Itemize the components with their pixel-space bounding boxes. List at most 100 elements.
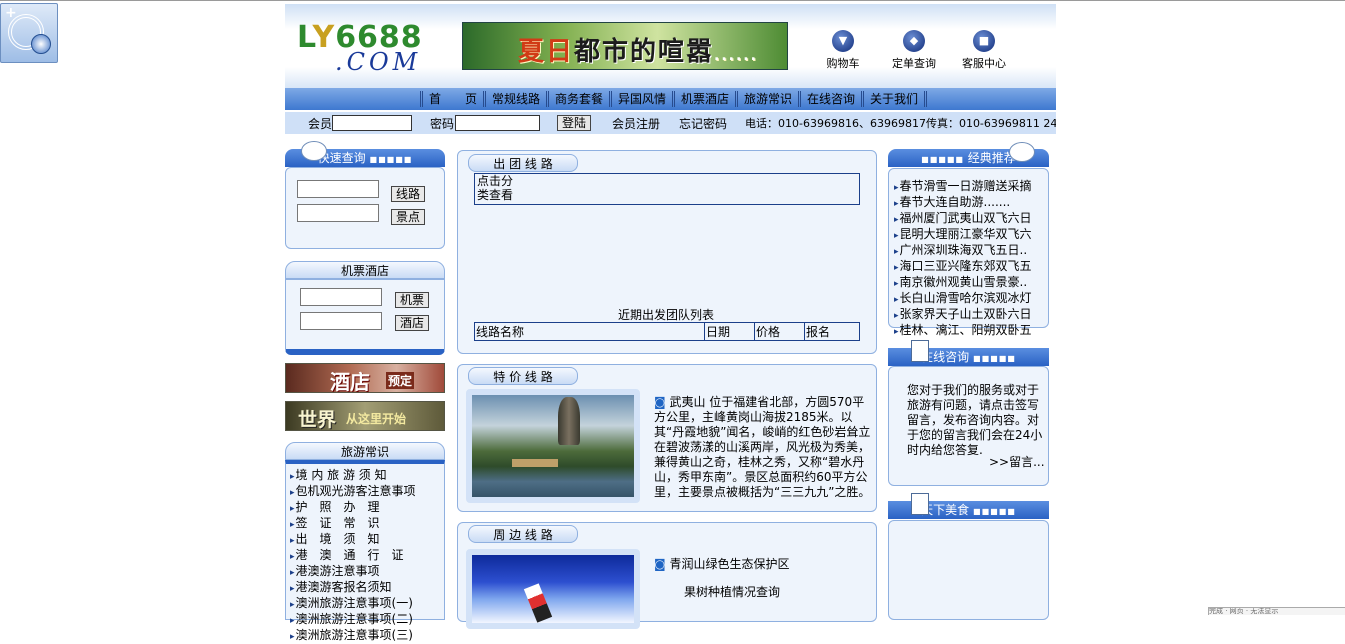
outbound-title: 出 团 线 路 bbox=[468, 154, 578, 172]
floating-toolbar-widget[interactable]: + bbox=[0, 3, 58, 63]
order-query-link[interactable]: ◆ 定单查询 bbox=[884, 30, 944, 71]
nav-item-travel-tips[interactable]: 旅游常识 bbox=[735, 91, 798, 107]
nearby-title: 周 边 线 路 bbox=[468, 525, 578, 543]
nearby-item-text: 青润山绿色生态保护区 bbox=[669, 557, 790, 571]
logo-domain: .COM bbox=[335, 48, 422, 76]
list-item[interactable]: 昆明大理丽江豪华双飞六 bbox=[894, 227, 1046, 243]
main-nav: 首 页 常规线路 商务套餐 异国风情 机票酒店 旅游常识 在线咨询 关于我们 bbox=[285, 88, 1056, 110]
list-item[interactable]: 港澳游注意事项 bbox=[290, 564, 416, 580]
list-item[interactable]: 张家界天子山土双卧六日 bbox=[894, 307, 1046, 323]
quick-search-spot-input[interactable] bbox=[297, 204, 379, 222]
order-query-label: 定单查询 bbox=[892, 57, 936, 70]
customer-service-label: 客服中心 bbox=[962, 57, 1006, 70]
ticket-hotel-panel: 机票 酒店 bbox=[285, 279, 445, 355]
travel-tips-panel: 境 内 旅 游 须 知 包机观光游客注意事项 护 照 办 理 签 证 常 识 出… bbox=[285, 460, 445, 642]
hotel-booking-ad[interactable]: 酒店 预定 bbox=[285, 363, 445, 393]
bullet-icon: ◙ bbox=[654, 395, 670, 409]
document-icon bbox=[911, 493, 929, 515]
photo-image bbox=[472, 395, 634, 497]
world-travel-ad[interactable]: 世界 从这里开始 bbox=[285, 401, 445, 431]
cart-link[interactable]: ▼ 购物车 bbox=[813, 30, 873, 71]
cart-label: 购物车 bbox=[826, 57, 860, 70]
list-item[interactable]: 澳洲旅游注意事项(二) bbox=[290, 612, 416, 628]
column-header: 日期 bbox=[704, 322, 755, 341]
login-bar: 会员 密码 登陆 会员注册 忘记密码 电话：010-63969816、63969… bbox=[285, 112, 1056, 134]
nav-item-tickets-hotels[interactable]: 机票酒店 bbox=[672, 91, 735, 107]
nav-item-home[interactable]: 首 页 bbox=[419, 91, 483, 107]
nearby-photo[interactable] bbox=[466, 549, 640, 629]
ticket-input[interactable] bbox=[300, 288, 382, 306]
list-item[interactable]: 福州厦门武夷山双飞六日 bbox=[894, 211, 1046, 227]
nav-item-regular-routes[interactable]: 常规线路 bbox=[482, 91, 546, 107]
nearby-item[interactable]: ◙ 青润山绿色生态保护区 bbox=[654, 557, 789, 572]
travel-tips-list: 境 内 旅 游 须 知 包机观光游客注意事项 护 照 办 理 签 证 常 识 出… bbox=[290, 468, 416, 644]
list-item[interactable]: 南京徽州观黄山雪景豪.. bbox=[894, 275, 1046, 291]
chat-bubble-icon bbox=[1009, 142, 1035, 162]
login-button[interactable]: 登陆 bbox=[557, 115, 592, 131]
shopping-cart-icon: ▼ bbox=[832, 30, 854, 52]
list-item[interactable]: 海口三亚兴隆东郊双飞五 bbox=[894, 259, 1046, 275]
ski-photo-image bbox=[472, 555, 634, 623]
list-item[interactable]: 长白山滑雪哈尔滨观冰灯 bbox=[894, 291, 1046, 307]
leave-message-link[interactable]: >>留言... bbox=[989, 453, 1045, 470]
skier-shape bbox=[523, 583, 553, 623]
banner-main: 都市的喧嚣 bbox=[574, 37, 715, 67]
customer-service-link[interactable]: ■ 客服中心 bbox=[954, 30, 1014, 71]
list-item[interactable]: 春节滑雪一日游赠送采摘 bbox=[894, 179, 1046, 195]
list-item[interactable]: 春节大连自助游....... bbox=[894, 195, 1046, 211]
list-item[interactable]: 澳洲旅游注意事项(一) bbox=[290, 596, 416, 612]
password-label: 密码 bbox=[430, 117, 455, 131]
nearby-panel: 周 边 线 路 ◙ 青润山绿色生态保护区 果树种植情况查询 bbox=[457, 522, 877, 629]
route-search-button[interactable]: 线路 bbox=[391, 186, 426, 202]
logo-letter-l: L bbox=[297, 20, 313, 55]
list-item[interactable]: 桂林、漓江、阳朔双卧五 bbox=[894, 323, 1046, 339]
list-item[interactable]: 澳洲旅游注意事项(三) bbox=[290, 628, 416, 644]
customer-service-icon: ■ bbox=[973, 30, 995, 52]
list-item[interactable]: 签 证 常 识 bbox=[290, 516, 416, 532]
rock-shape bbox=[558, 397, 580, 445]
column-header: 价格 bbox=[754, 322, 805, 341]
contact-info: 电话：010-63969816、63969817传真：010-63969811 … bbox=[745, 117, 1056, 130]
hotel-ad-tag: 预定 bbox=[386, 372, 415, 389]
outbound-notice-line2: 类查看 bbox=[477, 188, 514, 202]
list-item[interactable]: 境 内 旅 游 须 知 bbox=[290, 468, 416, 484]
member-input[interactable] bbox=[332, 115, 412, 131]
ticket-button[interactable]: 机票 bbox=[395, 292, 430, 308]
special-description-text: 武夷山 位于福建省北部，方圆570平方公里，主峰黄岗山海拔2185米。以其“丹霞… bbox=[654, 395, 871, 499]
logo-letter-y: Y bbox=[312, 20, 336, 55]
outbound-panel: 出 团 线 路 点击分 类查看 近期出发团队列表 线路名称 日期 价格 报名 bbox=[457, 150, 877, 354]
nearby-sub[interactable]: 果树种植情况查询 bbox=[684, 585, 780, 600]
banner-highlight: 夏日 bbox=[518, 37, 575, 67]
spot-search-button[interactable]: 景点 bbox=[391, 209, 426, 225]
nav-item-exotic[interactable]: 异国风情 bbox=[608, 91, 672, 107]
page-container: LY6688 .COM 夏日都市的喧嚣...... ▼ 购物车 ◆ 定单查询 ■ 客服… bbox=[285, 4, 1056, 642]
wuyishan-photo[interactable] bbox=[466, 389, 640, 503]
world-ad-label: 世界 bbox=[298, 409, 337, 431]
banner-text: 夏日都市的喧嚣...... bbox=[518, 31, 758, 68]
hotel-button[interactable]: 酒店 bbox=[395, 315, 430, 331]
outbound-notice-line1: 点击分 bbox=[477, 174, 514, 188]
nav-item-online-consult[interactable]: 在线咨询 bbox=[798, 91, 861, 107]
list-item[interactable]: 护 照 办 理 bbox=[290, 500, 416, 516]
register-link[interactable]: 会员注册 bbox=[612, 115, 660, 132]
hotel-input[interactable] bbox=[300, 312, 382, 330]
forgot-password-link[interactable]: 忘记密码 bbox=[679, 115, 727, 132]
classic-panel: 春节滑雪一日游赠送采摘 春节大连自助游....... 福州厦门武夷山双飞六日 昆… bbox=[888, 168, 1049, 337]
banner-dots: ...... bbox=[714, 48, 758, 64]
consult-text: 您对于我们的服务或对于旅游有问题，请点击签写留言，发布咨询内容。对于您的留言我们… bbox=[907, 383, 1043, 457]
world-ad-tag: 从这里开始 bbox=[346, 412, 407, 426]
list-item[interactable]: 包机观光游客注意事项 bbox=[290, 484, 416, 500]
nav-item-business-packages[interactable]: 商务套餐 bbox=[545, 91, 609, 107]
list-item[interactable]: 广州深圳珠海双飞五日.. bbox=[894, 243, 1046, 259]
outbound-notice[interactable]: 点击分 类查看 bbox=[474, 173, 860, 205]
status-bar-fragment: 完成 · 网页 · 无法显示 bbox=[1208, 607, 1345, 615]
travel-tips-title: 旅游常识 bbox=[285, 442, 445, 460]
list-item[interactable]: 出 境 须 知 bbox=[290, 532, 416, 548]
list-item[interactable]: 港 澳 通 行 证 bbox=[290, 548, 416, 564]
chevron-down-icon[interactable] bbox=[31, 34, 51, 54]
member-label: 会员 bbox=[308, 117, 333, 131]
nav-item-about-us[interactable]: 关于我们 bbox=[861, 91, 928, 107]
quick-search-route-input[interactable] bbox=[297, 180, 379, 198]
password-input[interactable] bbox=[455, 115, 540, 131]
list-item[interactable]: 港澳游客报名须知 bbox=[290, 580, 416, 596]
